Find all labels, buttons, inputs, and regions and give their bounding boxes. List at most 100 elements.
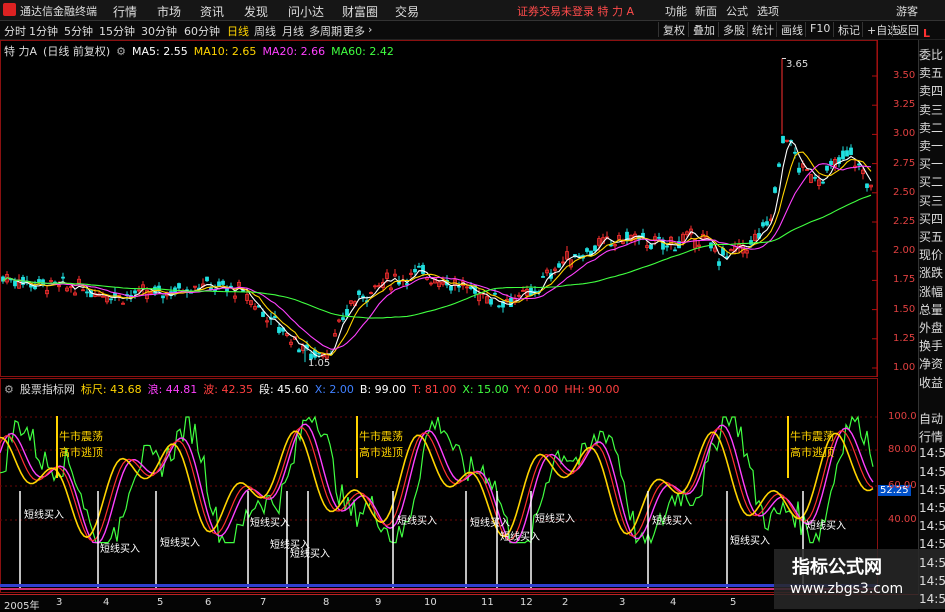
candle-body (493, 292, 497, 295)
side-panel-item[interactable]: 14:50 (919, 537, 945, 551)
period-monthly[interactable]: 月线 (282, 23, 304, 39)
side-panel-item[interactable]: 换手 (919, 337, 945, 354)
side-panel-item[interactable]: 外盘 (919, 319, 945, 336)
candle-body (405, 283, 409, 285)
candlestick-chart[interactable] (0, 40, 878, 377)
side-panel-item[interactable]: 14:50 (919, 446, 945, 460)
side-panel-item[interactable]: 卖一 (919, 137, 945, 154)
menu-item-news[interactable]: 资讯 (200, 3, 224, 20)
date-tick: 4 (103, 597, 110, 608)
date-tick: 11 (481, 597, 494, 608)
bull-market-label: 牛市震荡 (790, 430, 834, 443)
side-panel-item[interactable]: 买四 (919, 210, 945, 227)
side-panel-item[interactable]: 卖二 (919, 119, 945, 136)
side-panel-item[interactable]: 现价 (919, 246, 945, 263)
candle-body (161, 295, 165, 299)
price-tick: 3.50 (893, 70, 916, 81)
side-panel-item[interactable]: 卖四 (919, 82, 945, 99)
side-panel-item[interactable]: 自动 (919, 410, 945, 427)
candle-body (417, 265, 421, 268)
watermark-url: www.zbgs3.com (790, 581, 904, 597)
side-panel-item[interactable]: 14:50 (919, 574, 945, 588)
side-panel-item[interactable]: 14:50 (919, 556, 945, 570)
period-5min[interactable]: 5分钟 (64, 23, 93, 39)
side-panel-item[interactable]: 买二 (919, 173, 945, 190)
side-panel-item[interactable]: 总量 (919, 301, 945, 318)
draw-button[interactable]: 画线 (776, 22, 807, 37)
side-panel-item[interactable]: 卖五 (919, 64, 945, 81)
side-panel-item[interactable]: 委比 (919, 46, 945, 63)
menu-item-ask[interactable]: 问小达 (288, 3, 324, 20)
indicator-value: T: 81.00 (412, 383, 457, 396)
indicator-value: 波: 42.35 (203, 383, 253, 396)
period-daily[interactable]: 日线 (227, 23, 249, 39)
period-timeshare[interactable]: 分时 (4, 23, 26, 39)
period-more[interactable]: 更多 (343, 23, 365, 39)
menu-new-page[interactable]: 新面 (695, 3, 717, 19)
period-multi[interactable]: 多周期 (309, 23, 342, 39)
menu-item-discover[interactable]: 发现 (244, 3, 268, 20)
candle-body (37, 279, 41, 283)
f10-button[interactable]: F10 (805, 22, 834, 37)
overlay-button[interactable]: 叠加 (688, 22, 719, 37)
mark-button[interactable]: 标记 (833, 22, 864, 37)
candle-body (593, 245, 597, 252)
date-tick: 12 (520, 597, 533, 608)
candle-body (665, 245, 669, 248)
side-panel-item[interactable]: 净资 (919, 355, 945, 372)
menu-formula[interactable]: 公式 (726, 3, 748, 19)
candle-body (205, 276, 209, 282)
bull-market-label: 牛市震荡 (359, 430, 403, 443)
period-60min[interactable]: 60分钟 (184, 23, 220, 39)
menu-item-wealth[interactable]: 财富圈 (342, 3, 378, 20)
menu-item-market[interactable]: 市场 (157, 3, 181, 20)
period-weekly[interactable]: 周线 (254, 23, 276, 39)
menu-options[interactable]: 选项 (757, 3, 779, 19)
side-panel-item[interactable]: 买一 (919, 155, 945, 172)
side-panel-item[interactable]: 买五 (919, 228, 945, 245)
date-tick: 3 (619, 597, 626, 608)
app-logo-icon (3, 3, 16, 16)
side-panel-item[interactable]: 涨幅 (919, 283, 945, 300)
multi-stock-button[interactable]: 多股 (718, 22, 749, 37)
candle-body (297, 349, 301, 353)
escape-top-label: 高市逃顶 (359, 446, 403, 459)
ma-line (2, 140, 872, 358)
guest-button[interactable]: 游客 (896, 3, 918, 19)
candle-body (61, 276, 65, 279)
candle-body (849, 147, 853, 155)
watermark-title: 指标公式网 (792, 557, 882, 578)
side-panel-item[interactable]: 买三 (919, 192, 945, 209)
menu-function[interactable]: 功能 (665, 3, 687, 19)
side-panel-item[interactable]: 14:50 (919, 483, 945, 497)
period-30min[interactable]: 30分钟 (141, 23, 177, 39)
short-buy-label: 短线买入 (290, 549, 330, 560)
stats-button[interactable]: 统计 (747, 22, 778, 37)
side-panel-item[interactable]: 14:50 (919, 501, 945, 515)
menu-item-quotes[interactable]: 行情 (113, 3, 137, 20)
period-15min[interactable]: 15分钟 (99, 23, 135, 39)
candle-body (489, 299, 493, 305)
indicator-value: B: 99.00 (359, 383, 407, 396)
ma-legend-item: MA60: 2.42 (331, 45, 394, 58)
candle-body (133, 290, 137, 294)
side-panel-item[interactable]: 14:50 (919, 465, 945, 479)
gear-icon[interactable]: ⚙ (116, 45, 126, 58)
period-1min[interactable]: 1分钟 (29, 23, 58, 39)
side-panel-item[interactable]: 涨跌 (919, 264, 945, 281)
side-panel-item[interactable]: 14:50 (919, 519, 945, 533)
menu-item-trade[interactable]: 交易 (395, 3, 419, 20)
date-tick: 2005年 (4, 601, 40, 612)
candle-body (717, 261, 721, 266)
short-buy-label: 短线买入 (730, 536, 770, 547)
adjust-button[interactable]: 复权 (658, 22, 689, 37)
side-panel-item[interactable]: 行情 (919, 428, 945, 445)
side-panel-item[interactable]: 卖三 (919, 101, 945, 118)
gear-icon[interactable]: ⚙ (4, 383, 14, 396)
back-button[interactable]: 返回 (892, 22, 923, 37)
date-tick: 2 (562, 597, 569, 608)
side-panel-item[interactable]: 14:50 (919, 592, 945, 606)
short-buy-label: 短线买入 (100, 544, 140, 555)
indicator-chart[interactable] (0, 378, 878, 593)
side-panel-item[interactable]: 收益 (919, 374, 945, 391)
